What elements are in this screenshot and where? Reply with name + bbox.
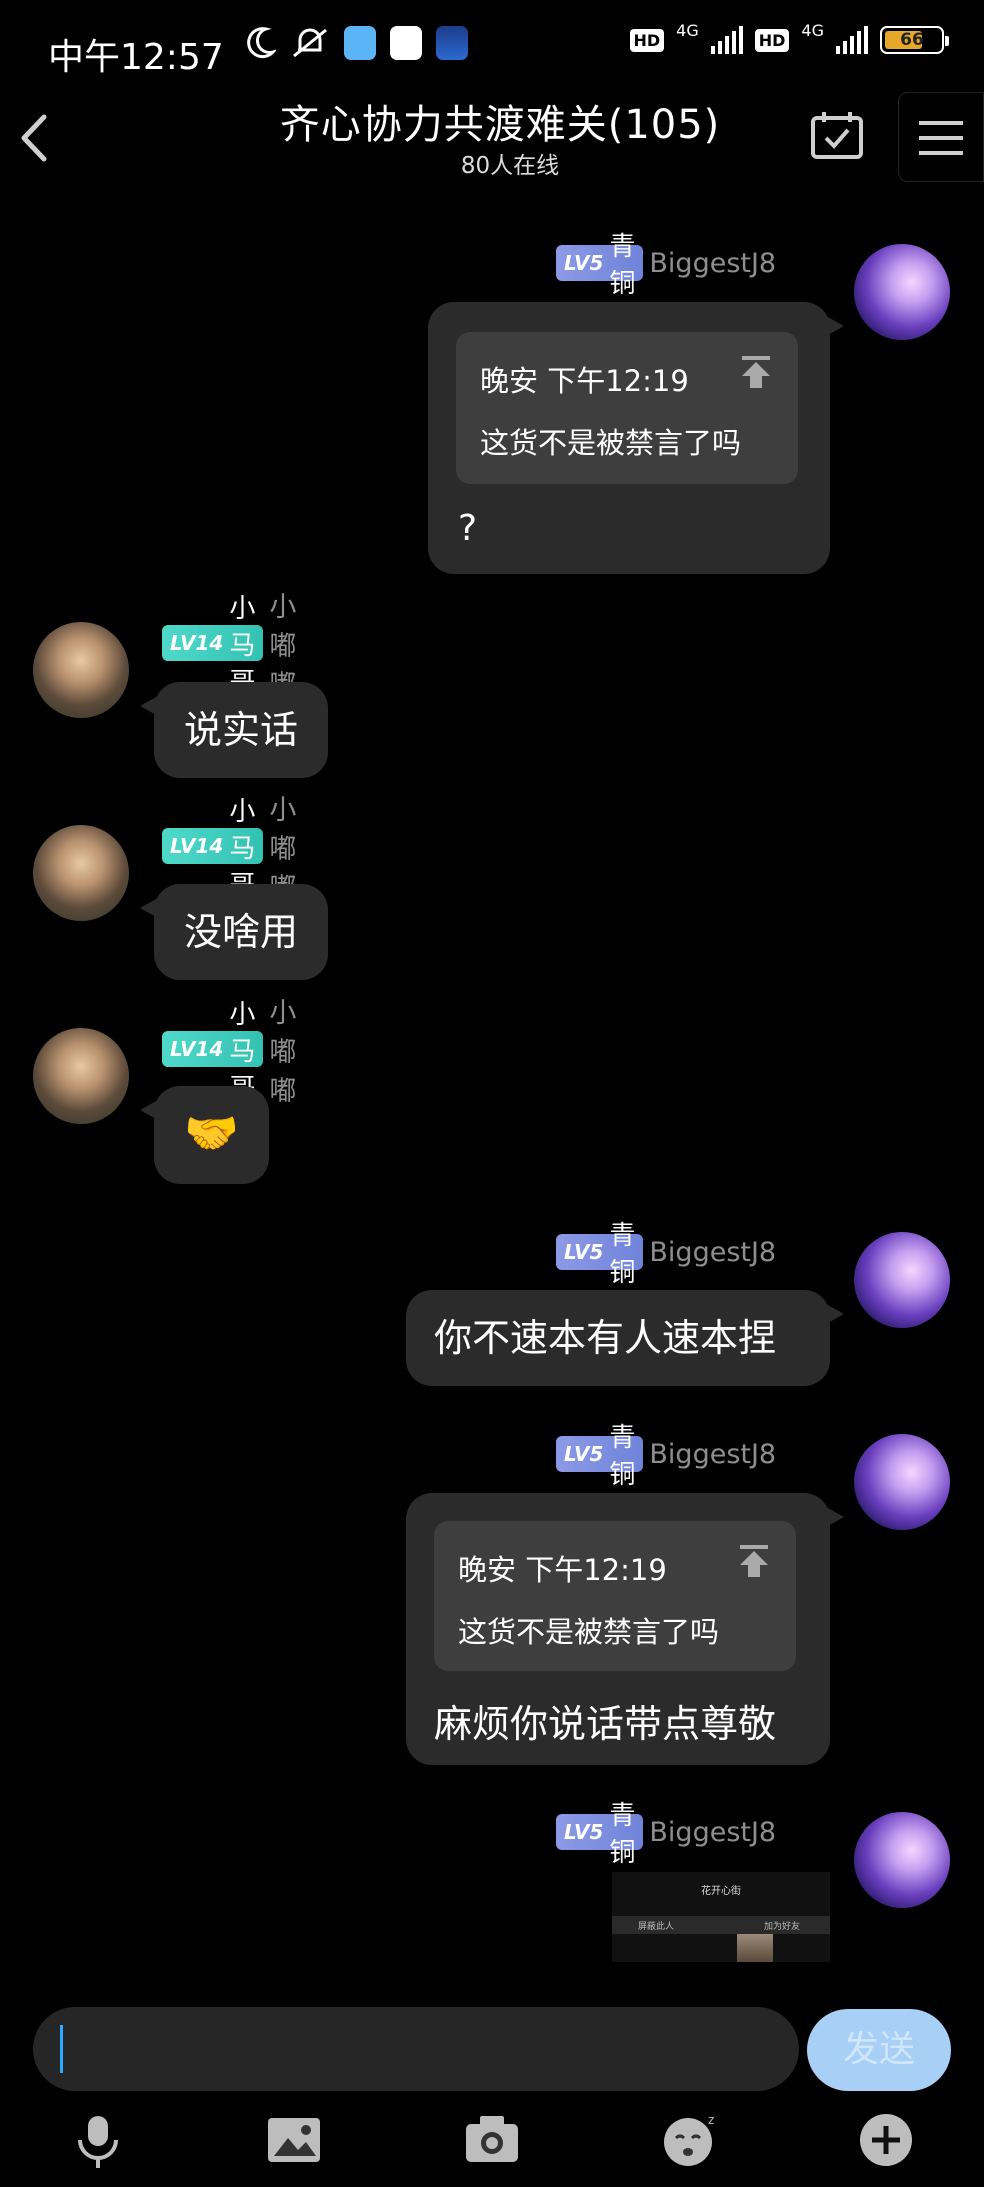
avatar[interactable] [854,1812,950,1908]
message-bubble[interactable]: 晚安 下午12:19 这货不是被禁言了吗 ? [428,302,844,574]
sender-info: LV5 青铜 BiggestJ8 [556,232,777,299]
image-message[interactable]: 花开心街 屏蔽此人 加为好友 [612,1872,830,1962]
image-icon[interactable] [264,2110,324,2170]
scroll-to-quote-icon[interactable] [738,354,774,390]
network-label: 4G [801,20,824,40]
level-badge: LV14小马哥 [162,1000,264,1104]
quoted-message[interactable]: 晚安 下午12:19 这货不是被禁言了吗 [456,332,798,484]
quote-header: 晚安 下午12:19 [458,1553,667,1587]
battery-level: 66 [900,30,924,50]
level-badge: LV14小马哥 [162,594,264,698]
menu-icon [919,121,963,155]
status-icons-left [246,26,468,60]
network-label: 4G [676,20,699,40]
status-time: 中午12:57 [48,37,224,78]
text-caret [60,2025,63,2073]
sender-nickname: BiggestJ8 [649,1438,777,1470]
message-input[interactable] [33,2007,799,2091]
message-bubble[interactable]: 没啥用 [139,884,329,980]
app-icon-qq [344,26,376,60]
status-bar: 中午12:57 HD 4G HD 4G 66 [0,0,984,95]
avatar[interactable] [33,825,129,921]
sender-info: LV14小马哥 小嘟嘟 [162,592,296,701]
sender-nickname: 小嘟嘟 [269,997,297,1107]
avatar[interactable] [33,622,129,718]
avatar[interactable] [854,244,950,340]
message-bubble[interactable]: 🤝 [140,1086,269,1184]
camera-icon[interactable] [462,2110,522,2170]
app-icon-game [436,26,468,60]
image-thumbnail [737,1934,773,1962]
moon-icon [247,27,276,59]
calendar-check-icon[interactable] [810,110,864,160]
message-bubble[interactable]: 晚安 下午12:19 这货不是被禁言了吗 麻烦你说话带点尊敬 [406,1493,844,1765]
sender-nickname: BiggestJ8 [649,1236,777,1268]
message-text: 麻烦你说话带点尊敬 [434,1702,777,1746]
sender-nickname: BiggestJ8 [649,247,777,279]
avatar[interactable] [854,1232,950,1328]
sender-nickname: BiggestJ8 [649,1816,777,1848]
plus-icon[interactable] [856,2110,916,2170]
hd-badge: HD [629,28,665,52]
image-title: 花开心街 [701,1886,741,1897]
avatar[interactable] [33,1028,129,1124]
emoji-icon[interactable]: z [660,2110,720,2170]
signal-icon [710,26,743,54]
message-text: ? [458,508,478,549]
svg-text:z: z [708,2113,714,2127]
quote-body: 这货不是被禁言了吗 [480,426,742,460]
group-title: 齐心协力共渡难关(105) [279,102,721,148]
sender-info: LV14小马哥 小嘟嘟 [162,998,296,1107]
chat-header: 齐心协力共渡难关(105) 80人在线 [0,88,984,188]
image-action-bar: 屏蔽此人 加为好友 [612,1916,830,1934]
level-badge: LV5 青铜 [556,1221,644,1288]
signal-icon [836,26,868,54]
level-badge: LV5 青铜 [556,1423,644,1490]
hd-badge: HD [754,28,790,52]
status-icons-right: HD 4G HD 4G 66 [629,21,949,54]
image-action-add: 加为好友 [764,1922,801,1932]
quoted-message[interactable]: 晚安 下午12:19 这货不是被禁言了吗 [434,1521,796,1671]
avatar[interactable] [854,1434,950,1530]
sender-info: LV5 青铜 BiggestJ8 [556,1221,777,1288]
mic-icon[interactable] [68,2110,128,2170]
battery-icon: 66 [880,26,949,54]
message-bubble[interactable]: 说实话 [139,682,329,778]
send-button[interactable]: 发送 [807,2009,951,2091]
quote-body: 这货不是被禁言了吗 [458,1615,720,1649]
app-icon-browser [390,26,422,60]
quote-header: 晚安 下午12:19 [480,364,689,398]
level-badge: LV5 青铜 [556,1801,644,1868]
image-action-block: 屏蔽此人 [638,1922,675,1932]
level-badge: LV14小马哥 [162,797,264,901]
level-badge: LV5 青铜 [556,232,644,299]
sender-info: LV14小马哥 小嘟嘟 [162,795,296,904]
menu-button[interactable] [898,92,984,182]
sender-info: LV5 青铜 BiggestJ8 [556,1423,777,1490]
mute-icon [293,28,327,58]
sender-info: LV5 青铜 BiggestJ8 [556,1801,777,1868]
scroll-to-quote-icon[interactable] [736,1543,772,1579]
message-bubble[interactable]: 你不速本有人速本捏 [406,1290,844,1386]
